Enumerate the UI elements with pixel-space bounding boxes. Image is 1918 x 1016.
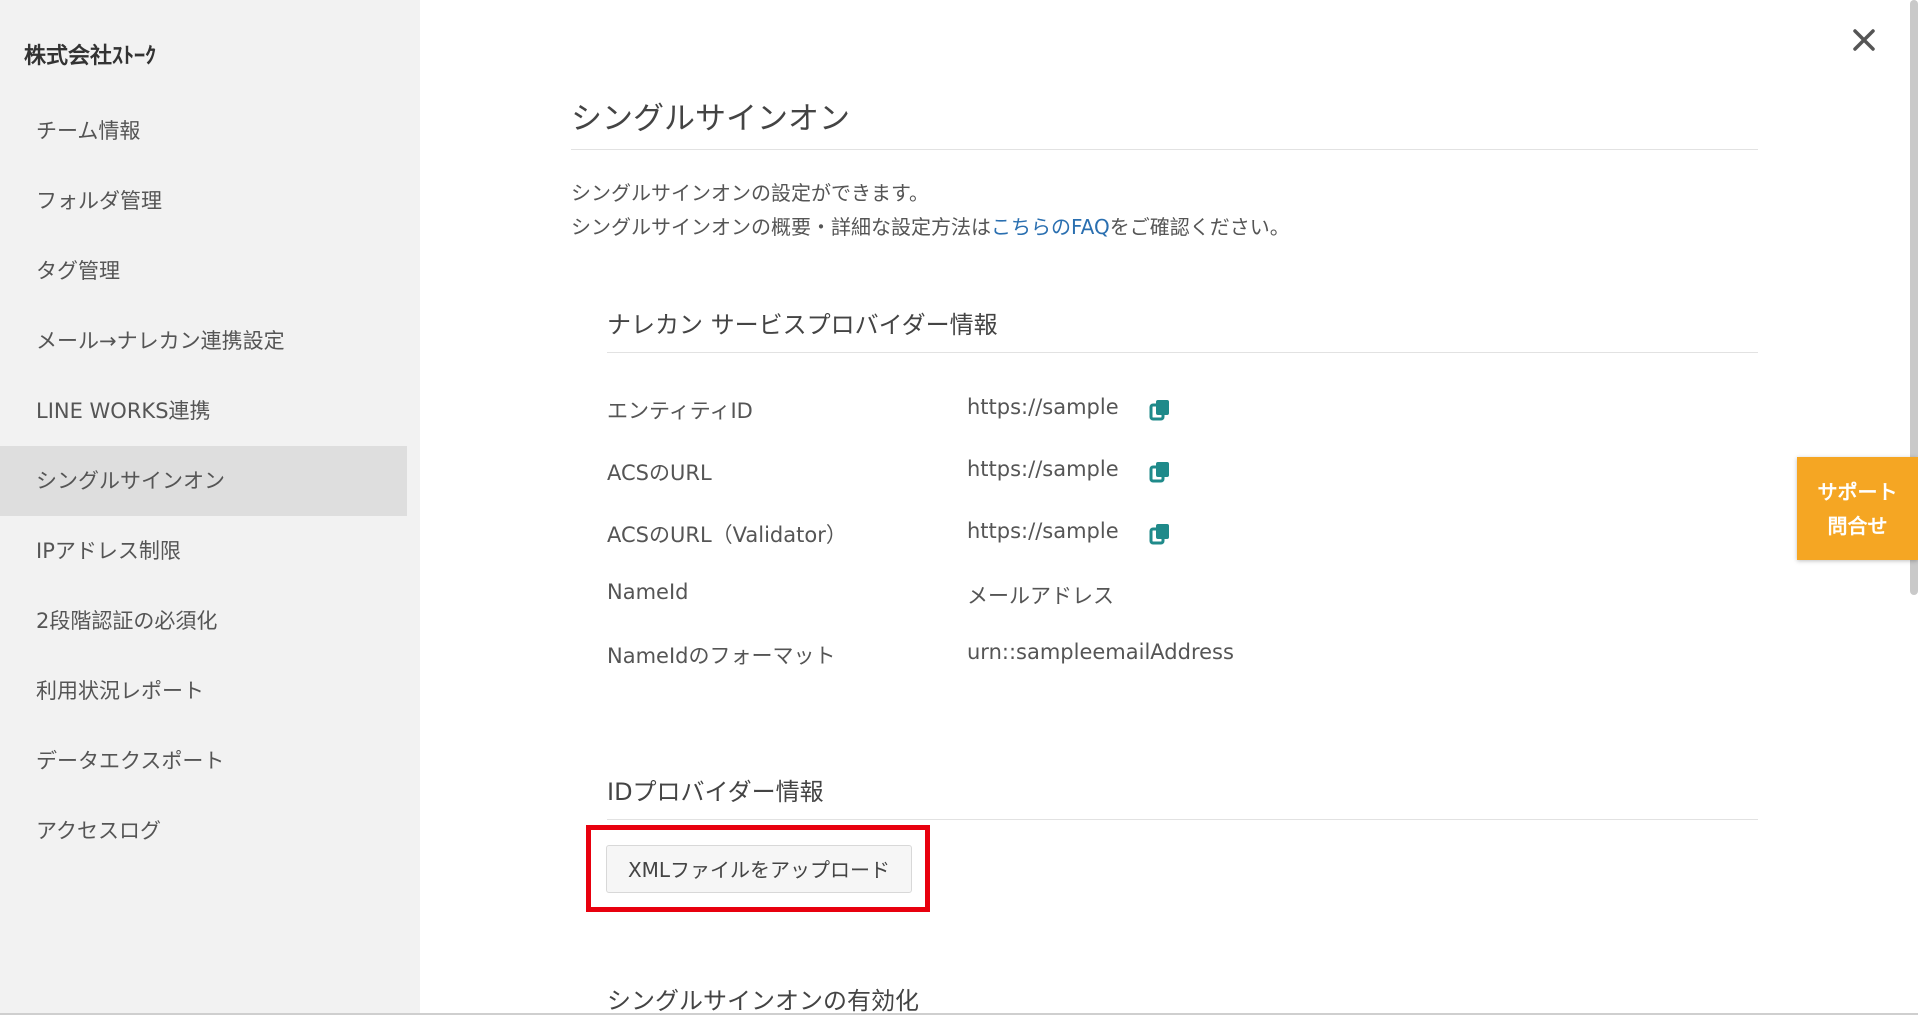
acs-url-validator-value: https://sample <box>967 519 1119 543</box>
upload-xml-button[interactable]: XMLファイルをアップロード <box>606 845 912 893</box>
description-line1: シングルサインオンの設定ができます。 <box>571 181 929 205</box>
close-button[interactable] <box>1846 22 1882 58</box>
sidebar-nav: チーム情報 フォルダ管理 タグ管理 メール→ナレカン連携設定 LINE WORK… <box>0 96 407 866</box>
sidebar-item-ip-restriction[interactable]: IPアドレス制限 <box>0 516 407 586</box>
support-label-line1: サポート <box>1817 479 1898 504</box>
entity-id-value: https://sample <box>967 395 1119 419</box>
description-prefix: シングルサインオンの概要・詳細な設定方法は <box>571 215 991 239</box>
sidebar-item-single-sign-on[interactable]: シングルサインオン <box>0 446 407 516</box>
description-suffix: をご確認ください。 <box>1109 215 1290 239</box>
sidebar-item-usage-report[interactable]: 利用状況レポート <box>0 656 407 726</box>
sidebar-item-data-export[interactable]: データエクスポート <box>0 726 407 796</box>
entity-id-label: エンティティID <box>607 399 753 423</box>
sidebar-item-access-log[interactable]: アクセスログ <box>0 796 407 866</box>
copy-acs-url-button[interactable] <box>1148 459 1172 485</box>
support-button[interactable]: サポート 問合せ <box>1797 457 1918 560</box>
description: シングルサインオンの設定ができます。 シングルサインオンの概要・詳細な設定方法は… <box>571 176 1290 244</box>
sidebar-item-folder-management[interactable]: フォルダ管理 <box>0 166 407 236</box>
nameid-format-label: NameIdのフォーマット <box>607 644 836 668</box>
sidebar-item-line-works[interactable]: LINE WORKS連携 <box>0 376 407 446</box>
copy-icon <box>1149 400 1169 421</box>
sp-section-title: ナレカン サービスプロバイダー情報 <box>607 311 998 339</box>
close-icon <box>1853 29 1875 51</box>
sidebar-item-tag-management[interactable]: タグ管理 <box>0 236 407 306</box>
sidebar-item-two-factor[interactable]: 2段階認証の必須化 <box>0 586 407 656</box>
copy-entity-id-button[interactable] <box>1148 397 1172 423</box>
title-divider <box>571 149 1758 150</box>
idp-section-divider <box>607 819 1758 820</box>
description-line2: シングルサインオンの概要・詳細な設定方法はこちらのFAQをご確認ください。 <box>571 210 1290 244</box>
copy-icon <box>1149 462 1169 483</box>
idp-section-title: IDプロバイダー情報 <box>607 778 824 806</box>
nameid-value: メールアドレス <box>967 584 1114 608</box>
sidebar: 株式会社ｽﾄｰｸ チーム情報 フォルダ管理 タグ管理 メール→ナレカン連携設定 … <box>0 0 420 1015</box>
sp-section-divider <box>607 352 1758 353</box>
acs-url-label: ACSのURL <box>607 461 712 485</box>
sidebar-item-mail-integration[interactable]: メール→ナレカン連携設定 <box>0 306 407 376</box>
acs-url-validator-label: ACSのURL（Validator） <box>607 523 847 547</box>
faq-link[interactable]: こちらのFAQ <box>991 215 1110 239</box>
acs-url-value: https://sample <box>967 457 1119 481</box>
company-name: 株式会社ｽﾄｰｸ <box>24 44 157 69</box>
copy-icon <box>1149 524 1169 545</box>
nameid-format-value: urn::sampleemailAddress <box>967 640 1234 664</box>
support-label-line2: 問合せ <box>1827 513 1888 538</box>
nameid-label: NameId <box>607 580 689 604</box>
enable-section-title: シングルサインオンの有効化 <box>607 987 919 1015</box>
copy-acs-url-validator-button[interactable] <box>1148 521 1172 547</box>
sidebar-item-team-info[interactable]: チーム情報 <box>0 96 407 166</box>
page-title: シングルサインオン <box>571 101 850 137</box>
